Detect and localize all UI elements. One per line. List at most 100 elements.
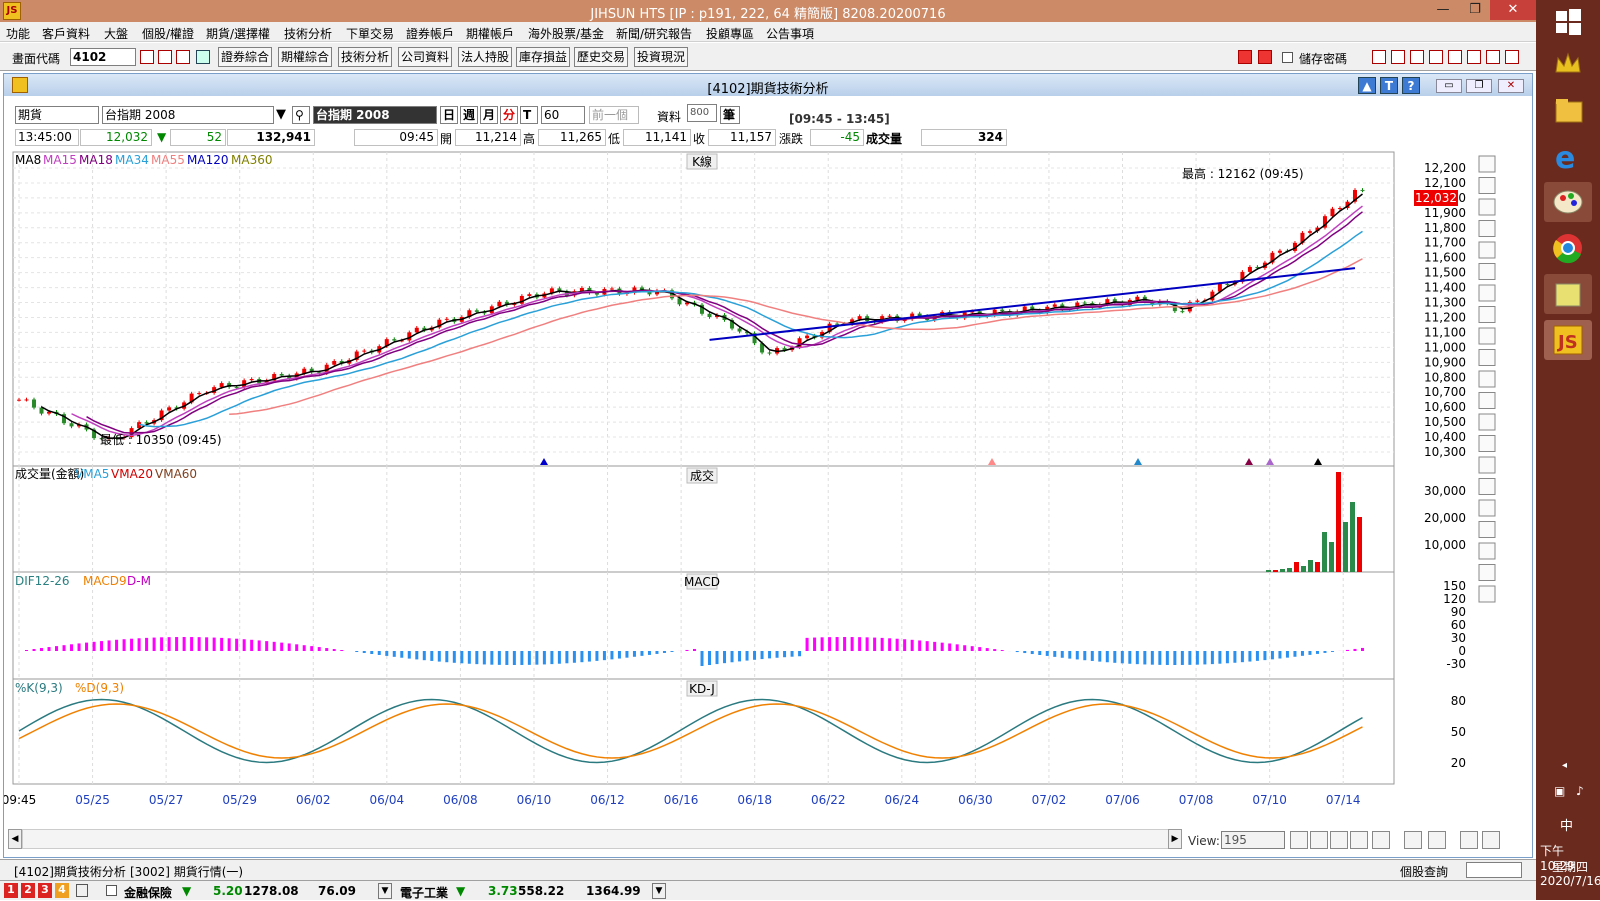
minimize-button[interactable]: — xyxy=(1427,0,1459,20)
scroll-right-button[interactable]: ▶ xyxy=(1168,829,1182,849)
macd-bar xyxy=(228,638,231,651)
quick-tool-icon-3[interactable] xyxy=(1429,50,1443,64)
macd-bar xyxy=(78,643,81,651)
zoom-icon[interactable] xyxy=(1330,831,1348,849)
menu-item-11[interactable]: 投顧專區 xyxy=(706,25,754,42)
crown-app-icon[interactable] xyxy=(1544,44,1592,84)
clock-date: 2020/7/16 xyxy=(1540,874,1600,888)
refresh-icon[interactable] xyxy=(1350,831,1368,849)
toolbar-button-1[interactable]: 期權綜合 xyxy=(278,47,332,67)
toolbar-button-2[interactable]: 技術分析 xyxy=(338,47,392,67)
layout-3-button[interactable]: 3 xyxy=(38,883,52,898)
layout-4-button[interactable]: 4 xyxy=(55,883,69,898)
menu-item-1[interactable]: 客戶資料 xyxy=(42,25,90,42)
lock-icon[interactable] xyxy=(76,884,88,897)
quick-tool-icon-2[interactable] xyxy=(1410,50,1424,64)
layout-2-button[interactable]: 2 xyxy=(21,883,35,898)
quick-tool-icon-4[interactable] xyxy=(1448,50,1462,64)
macd-bar xyxy=(1113,651,1116,663)
macd-bar xyxy=(273,642,276,651)
ticker-checkbox[interactable] xyxy=(106,885,117,896)
network-icon[interactable]: ▣ xyxy=(1554,784,1565,798)
copy-icon[interactable] xyxy=(1404,831,1422,849)
macd-bar xyxy=(108,640,111,651)
stock-query-label: 個股查詢 xyxy=(1400,863,1448,880)
macd-bar xyxy=(1218,651,1221,664)
paint-app-icon[interactable] xyxy=(1544,182,1592,222)
volume-icon[interactable]: ♪ xyxy=(1576,784,1584,798)
menu-item-10[interactable]: 新聞/研究報告 xyxy=(616,25,692,42)
last-price-label: 12,032 xyxy=(1415,191,1457,205)
settings-icon[interactable] xyxy=(1482,831,1500,849)
candle-body xyxy=(1053,304,1057,306)
tab-technical-analysis[interactable]: [4102]期貨技術分析 xyxy=(14,863,126,880)
toolbar-button-6[interactable]: 歷史交易 xyxy=(574,47,628,67)
menu-item-3[interactable]: 個股/權證 xyxy=(142,25,194,42)
left-arrow-icon[interactable] xyxy=(1238,50,1252,64)
screen-code-input[interactable]: 4102 xyxy=(70,48,136,66)
toolbar-button-0[interactable]: 證券綜合 xyxy=(218,47,272,67)
maximize-button[interactable]: ❐ xyxy=(1459,0,1491,20)
alert-icon[interactable] xyxy=(158,50,172,64)
candle-body xyxy=(1135,297,1139,300)
indicator-icon[interactable] xyxy=(1372,831,1390,849)
price-tick: 11,600 xyxy=(1424,251,1466,265)
macd-bar xyxy=(1151,651,1154,665)
volume-bar xyxy=(1322,532,1327,572)
save-password-checkbox[interactable] xyxy=(1282,52,1293,63)
quick-tool-icon-5[interactable] xyxy=(1467,50,1481,64)
quick-tool-icon-0[interactable] xyxy=(1372,50,1386,64)
toolbar-button-7[interactable]: 投資現況 xyxy=(634,47,688,67)
tray-expand-icon[interactable]: ◂ xyxy=(1562,760,1567,771)
jihsun-app-icon[interactable]: JS xyxy=(1544,320,1592,360)
file-explorer-icon[interactable] xyxy=(1544,90,1592,130)
menu-item-7[interactable]: 證券帳戶 xyxy=(406,25,454,42)
menu-item-0[interactable]: 功能 xyxy=(6,25,30,42)
start-windows-icon[interactable] xyxy=(1554,8,1582,36)
sector1-dropdown-icon[interactable]: ▼ xyxy=(378,883,392,899)
quick-tool-icon-1[interactable] xyxy=(1391,50,1405,64)
ma-legend: MA120 xyxy=(187,153,228,167)
sector2-dropdown-icon[interactable]: ▼ xyxy=(652,883,666,899)
move-icon[interactable] xyxy=(1310,831,1328,849)
right-arrow-icon[interactable] xyxy=(1258,50,1272,64)
horizontal-scrollbar[interactable] xyxy=(22,829,1172,849)
chrome-icon[interactable] xyxy=(1544,228,1592,268)
ime-indicator[interactable]: 中 xyxy=(1560,815,1573,834)
macd-tick: 120 xyxy=(1443,592,1466,606)
notes-app-icon[interactable] xyxy=(1544,274,1592,314)
svg-text:e: e xyxy=(1555,141,1575,176)
macd-bar xyxy=(595,651,598,661)
pin-icon[interactable] xyxy=(1290,831,1308,849)
toolbar-button-4[interactable]: 法人持股 xyxy=(458,47,512,67)
menu-item-12[interactable]: 公告事項 xyxy=(766,25,814,42)
macd-bar xyxy=(911,640,914,651)
table-icon[interactable] xyxy=(1428,831,1446,849)
toolbar-button-3[interactable]: 公司資料 xyxy=(398,47,452,67)
macd-bar xyxy=(1181,651,1184,665)
print-icon[interactable] xyxy=(176,50,190,64)
dropdown-icon[interactable] xyxy=(196,50,210,64)
menu-item-8[interactable]: 期權帳戶 xyxy=(466,25,514,42)
stock-query-input[interactable] xyxy=(1466,862,1522,878)
chart-area[interactable]: 09:4505/2505/2705/2906/0206/0406/0806/10… xyxy=(4,74,1532,859)
toolbar-button-5[interactable]: 庫存損益 xyxy=(516,47,570,67)
layout-1-button[interactable]: 1 xyxy=(4,883,18,898)
pencil-icon[interactable] xyxy=(1460,831,1478,849)
menu-item-5[interactable]: 技術分析 xyxy=(284,25,332,42)
scroll-left-button[interactable]: ◀ xyxy=(8,829,22,849)
internet-explorer-icon[interactable]: e xyxy=(1544,136,1592,176)
quick-tool-icon-7[interactable] xyxy=(1505,50,1519,64)
macd-bar xyxy=(190,637,193,651)
stock-icon[interactable] xyxy=(140,50,154,64)
quick-tool-icon-6[interactable] xyxy=(1486,50,1500,64)
menu-item-6[interactable]: 下單交易 xyxy=(346,25,394,42)
date-tick: 06/12 xyxy=(590,793,625,807)
menu-item-2[interactable]: 大盤 xyxy=(104,25,128,42)
menu-item-4[interactable]: 期貨/選擇權 xyxy=(206,25,270,42)
close-button[interactable]: ✕ xyxy=(1490,0,1536,20)
tab-futures-quote[interactable]: [3002] 期貨行情(一) xyxy=(130,863,243,880)
menu-item-9[interactable]: 海外股票/基金 xyxy=(528,25,604,42)
view-value[interactable]: 195 xyxy=(1221,831,1285,849)
macd-bar xyxy=(1098,651,1101,662)
